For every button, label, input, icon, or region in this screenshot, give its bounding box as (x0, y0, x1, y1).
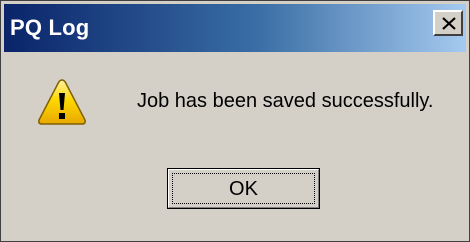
close-icon (442, 17, 456, 30)
ok-button[interactable]: OK (167, 168, 320, 209)
ok-button-label: OK (229, 178, 258, 200)
close-button[interactable] (433, 10, 463, 36)
dialog-message: Job has been saved successfully. (137, 90, 434, 112)
message-dialog: PQ Log Job has been saved successfully. … (0, 0, 470, 242)
title-bar[interactable]: PQ Log (4, 4, 466, 52)
warning-icon (38, 79, 86, 125)
window-title: PQ Log (10, 15, 90, 40)
